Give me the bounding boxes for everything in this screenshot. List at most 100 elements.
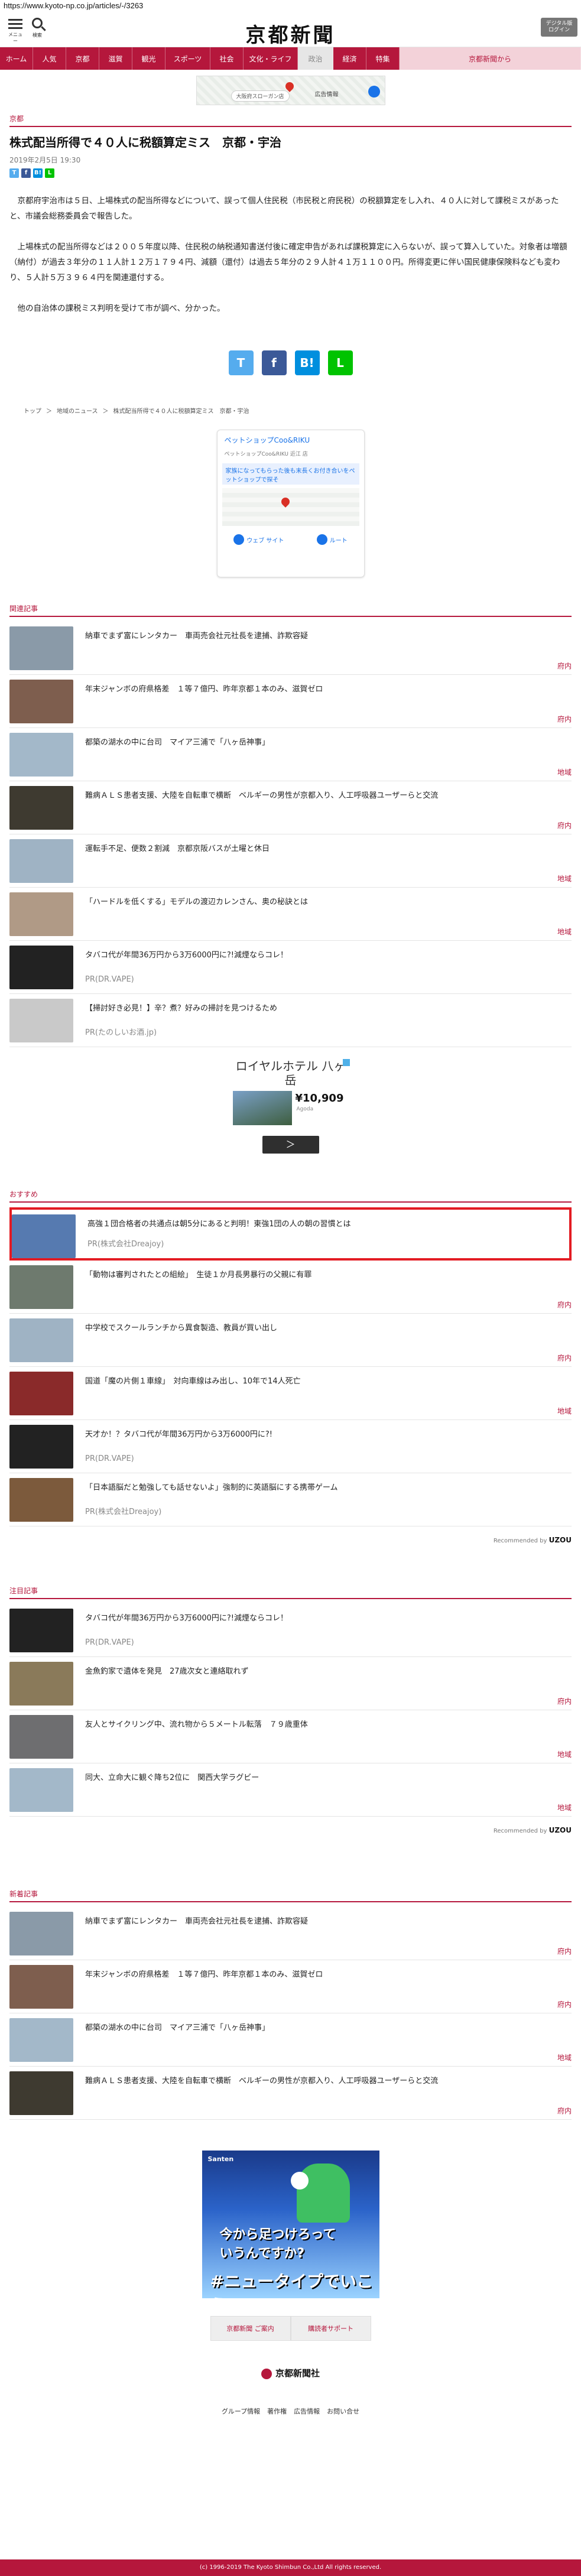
- hotel-ad[interactable]: ロイヤルホテル 八ヶ岳 ¥10,909 Agoda ＞: [232, 1059, 350, 1158]
- item-category[interactable]: 地域: [557, 767, 572, 777]
- nav-item[interactable]: 人気: [33, 47, 66, 70]
- list-item[interactable]: 同大、立命大に観ぐ降ち2位に 関西大学ラグビー 地域: [9, 1763, 572, 1817]
- list-item[interactable]: 難病ＡＬＳ患者支援、大陸を自転車で横断 ベルギーの男性が京都入り、人工呼吸器ユー…: [9, 781, 572, 834]
- item-title[interactable]: 納車でまず富にレンタカー 車両売会社元社長を逮捕、詐欺容疑: [85, 631, 308, 674]
- nav-item[interactable]: 特集: [366, 47, 400, 70]
- list-item[interactable]: 難病ＡＬＳ患者支援、大陸を自転車で横断 ベルギーの男性が京都入り、人工呼吸器ユー…: [9, 2067, 572, 2120]
- list-item[interactable]: 納車でまず富にレンタカー 車両売会社元社長を逮捕、詐欺容疑府内: [9, 622, 572, 675]
- item-title[interactable]: 友人とサイクリング中、流れ物から５メートル転落 ７９歳重体: [85, 1720, 308, 1763]
- item-category[interactable]: 府内: [557, 661, 572, 671]
- twitter-icon[interactable]: T: [9, 168, 19, 178]
- list-item[interactable]: 納車でまず富にレンタカー 車両売会社元社長を逮捕、詐欺容疑 府内: [9, 1907, 572, 1960]
- item-category[interactable]: 府内: [557, 1999, 572, 2009]
- item-title[interactable]: 天才か！？タバコ代が年間36万円から3万6000円に?!: [85, 1430, 272, 1473]
- site-logo[interactable]: 京都新聞: [246, 19, 336, 48]
- nav-item[interactable]: 社会: [210, 47, 244, 70]
- adchoices-icon[interactable]: [342, 1059, 350, 1066]
- list-item[interactable]: 都築の湖水の中に台司 マイア三浦で「八ヶ岳神事」 地域: [9, 2013, 572, 2067]
- item-title[interactable]: 国道「魔の片側１車線」 対向車線はみ出し、10年で14人死亡: [85, 1376, 301, 1419]
- list-item[interactable]: 友人とサイクリング中、流れ物から５メートル転落 ７９歳重体地域: [9, 1710, 572, 1763]
- item-title[interactable]: 「日本語脳だと勉強しても話せないよ」強制的に英語脳にする携帯ゲーム: [85, 1483, 337, 1526]
- thumbnail-image[interactable]: [9, 946, 73, 989]
- list-item[interactable]: 金魚釣家で遺体を発見 27歳次女と連絡取れず 府内: [9, 1657, 572, 1710]
- recommend-credit[interactable]: Recommended by UZOU: [9, 1536, 572, 1544]
- nav-item[interactable]: 京都新聞から: [400, 47, 581, 70]
- line-icon[interactable]: L: [327, 350, 353, 375]
- facebook-icon[interactable]: f: [21, 168, 31, 178]
- item-title[interactable]: タバコ代が年間36万円から3万6000円に?!減煙ならコレ！: [85, 950, 288, 993]
- breadcrumb-item[interactable]: 株式配当所得で４０人に税額算定ミス 京都・宇治: [113, 408, 249, 415]
- item-category[interactable]: 地域: [557, 2052, 572, 2062]
- facebook-icon[interactable]: f: [261, 350, 287, 375]
- list-item[interactable]: 国道「魔の片側１車線」 対向車線はみ出し、10年で14人死亡地域: [9, 1367, 572, 1420]
- item-title[interactable]: 都築の湖水の中に台司 マイア三浦で「八ヶ岳神事」: [85, 738, 270, 781]
- list-item[interactable]: 都築の湖水の中に台司 マイア三浦で「八ヶ岳神事」地域: [9, 728, 572, 781]
- thumbnail-image[interactable]: [9, 1912, 73, 1955]
- footer-link[interactable]: グループ情報: [222, 2408, 260, 2415]
- thumbnail-image[interactable]: [9, 626, 73, 670]
- item-category[interactable]: 地域: [557, 927, 572, 937]
- list-item[interactable]: タバコ代が年間36万円から3万6000円に?!減煙ならコレ！ PR(DR.VAPE…: [9, 1604, 572, 1657]
- list-item[interactable]: 運転手不足、便数２割減 京都京阪バスが土曜と休日地域: [9, 834, 572, 888]
- item-category[interactable]: 地域: [557, 1406, 572, 1416]
- santen-ad[interactable]: Santen 今から足つけろって いうんですか? #ニュータイプでいこう: [202, 2151, 379, 2298]
- item-category[interactable]: 府内: [557, 714, 572, 724]
- item-title[interactable]: 年末ジャンボの府県格差 １等７億円、昨年京都１本のみ、滋賀ゼロ: [85, 684, 323, 727]
- item-title[interactable]: 納車でまず富にレンタカー 車両売会社元社長を逮捕、詐欺容疑: [85, 1916, 308, 1960]
- footer-link[interactable]: 著作権: [267, 2408, 287, 2415]
- item-title[interactable]: 中学校でスクールランチから異食製造、教員が買い出し: [85, 1323, 277, 1366]
- thumbnail-image[interactable]: [9, 1609, 73, 1652]
- subscriber-support-button[interactable]: 購読者サポート: [290, 2316, 371, 2341]
- thumbnail-image[interactable]: [9, 2018, 73, 2062]
- item-category[interactable]: 地域: [557, 873, 572, 883]
- about-button[interactable]: 京都新聞 ご案内: [210, 2316, 291, 2341]
- nav-item[interactable]: 滋賀: [99, 47, 132, 70]
- thumbnail-image[interactable]: [12, 1214, 76, 1258]
- list-item[interactable]: 【掃討好き必見！】辛？煮？好みの掃討を見つけるため PR(たのしいお酒.jp): [9, 994, 572, 1047]
- list-item[interactable]: 「ハードルを低くする」モデルの渡辺カレンさん、奥の秘訣とは 地域: [9, 888, 572, 941]
- thumbnail-image[interactable]: [9, 1318, 73, 1362]
- website-button[interactable]: ウェブ サイト: [233, 534, 284, 545]
- item-category[interactable]: 地域: [557, 1749, 572, 1759]
- thumbnail-image[interactable]: [9, 1265, 73, 1309]
- thumbnail-image[interactable]: [9, 733, 73, 777]
- thumbnail-image[interactable]: [9, 1715, 73, 1759]
- item-title[interactable]: 「動物は審判されたとの組絵」 生徒１か月長男暴行の父親に有罪: [85, 1270, 311, 1313]
- thumbnail-image[interactable]: [9, 786, 73, 830]
- footer-link[interactable]: 広告情報: [294, 2408, 320, 2415]
- twitter-icon[interactable]: T: [228, 350, 254, 375]
- url-bar[interactable]: https://www.kyoto-np.co.jp/articles/-/32…: [0, 0, 581, 14]
- footer-logo[interactable]: 京都新聞社: [0, 2367, 581, 2379]
- item-title[interactable]: タバコ代が年間36万円から3万6000円に?!減煙ならコレ！: [85, 1613, 288, 1656]
- article-section[interactable]: 京都: [9, 113, 581, 124]
- item-title[interactable]: 同大、立命大に観ぐ降ち2位に 関西大学ラグビー: [85, 1773, 259, 1816]
- item-title[interactable]: 難病ＡＬＳ患者支援、大陸を自転車で横断 ベルギーの男性が京都入り、人工呼吸器ユー…: [85, 2076, 438, 2119]
- item-title[interactable]: 運転手不足、便数２割減 京都京阪バスが土曜と休日: [85, 844, 270, 887]
- item-category[interactable]: 府内: [557, 1300, 572, 1310]
- breadcrumb-item[interactable]: 地域のニュース: [57, 408, 98, 415]
- item-category[interactable]: 府内: [557, 2106, 572, 2116]
- list-item[interactable]: 「日本語脳だと勉強しても話せないよ」強制的に英語脳にする携帯ゲーム PR(株式会社…: [9, 1473, 572, 1526]
- thumbnail-image[interactable]: [9, 1425, 73, 1469]
- line-icon[interactable]: L: [45, 168, 54, 178]
- thumbnail-image[interactable]: [9, 680, 73, 723]
- nav-item[interactable]: スポーツ: [165, 47, 210, 70]
- directions-icon[interactable]: [368, 86, 380, 98]
- top-map-ad[interactable]: 大阪府スローガン店 広告情報: [196, 76, 385, 105]
- list-item[interactable]: 年末ジャンボの府県格差 １等７億円、昨年京都１本のみ、滋賀ゼロ府内: [9, 1960, 572, 2013]
- thumbnail-image[interactable]: [9, 1662, 73, 1706]
- hatena-icon[interactable]: B!: [33, 168, 43, 178]
- thumbnail-image[interactable]: [9, 892, 73, 936]
- item-title[interactable]: 年末ジャンボの府県格差 １等７億円、昨年京都１本のみ、滋賀ゼロ: [85, 1970, 323, 2013]
- breadcrumb-item[interactable]: トップ: [24, 408, 41, 415]
- item-category[interactable]: 府内: [557, 1353, 572, 1363]
- thumbnail-image[interactable]: [9, 1372, 73, 1415]
- list-item[interactable]: 年末ジャンボの府県格差 １等７億円、昨年京都１本のみ、滋賀ゼロ府内: [9, 675, 572, 728]
- hotel-go-button[interactable]: ＞: [262, 1136, 319, 1154]
- list-item[interactable]: 「動物は審判されたとの組絵」 生徒１か月長男暴行の父親に有罪府内: [9, 1261, 572, 1314]
- thumbnail-image[interactable]: [9, 839, 73, 883]
- list-item[interactable]: タバコ代が年間36万円から3万6000円に?!減煙ならコレ！ PR(DR.VAPE…: [9, 941, 572, 994]
- item-title[interactable]: 難病ＡＬＳ患者支援、大陸を自転車で横断 ベルギーの男性が京都入り、人工呼吸器ユー…: [85, 791, 438, 834]
- item-category[interactable]: 府内: [557, 820, 572, 830]
- footer-link[interactable]: お問い合せ: [327, 2408, 359, 2415]
